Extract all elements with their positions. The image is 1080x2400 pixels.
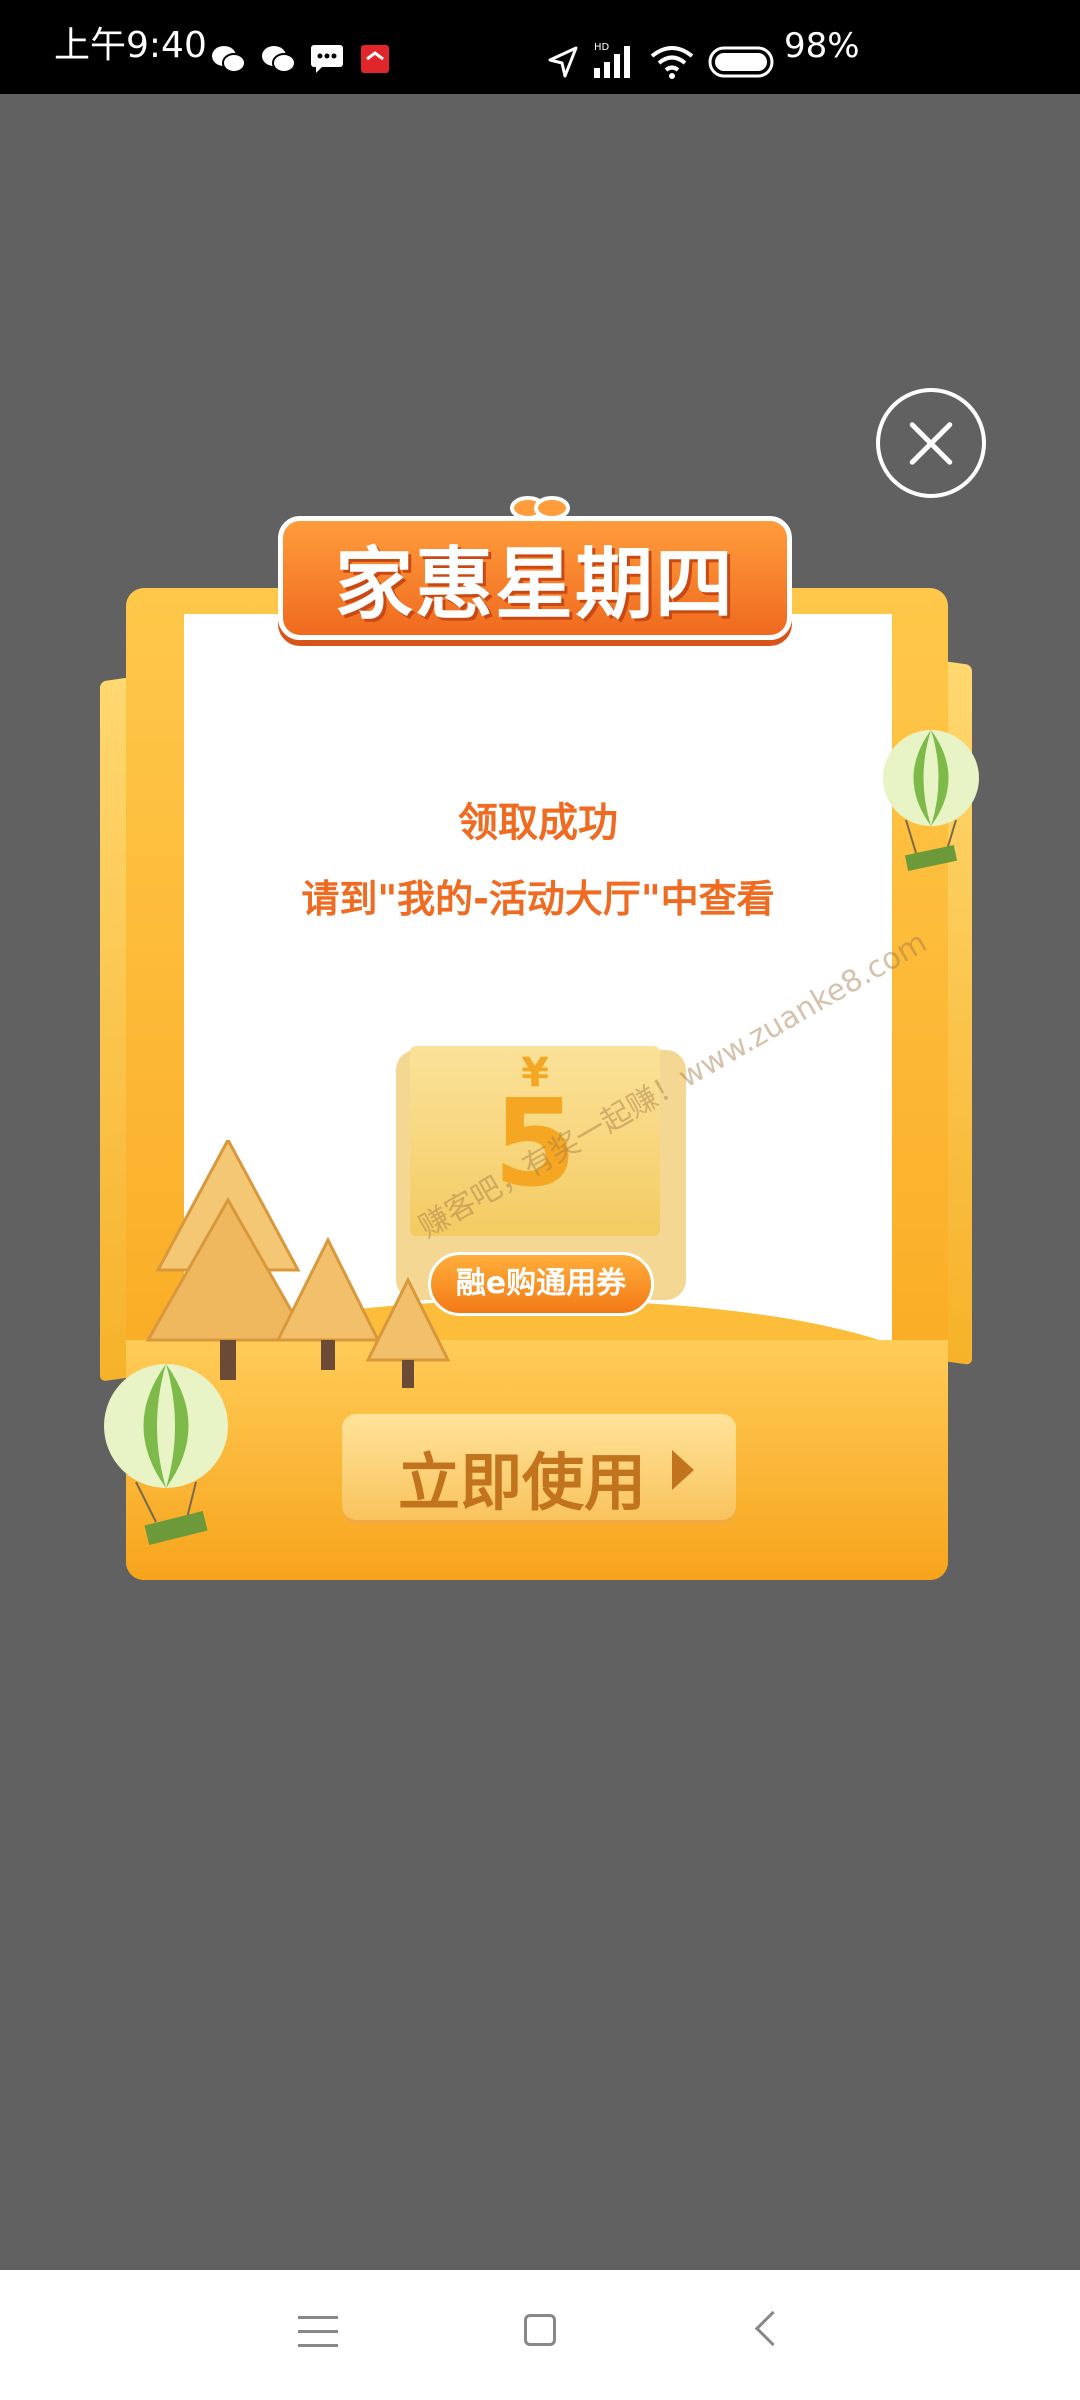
location-icon [548,46,578,78]
event-title: 家惠星期四 [334,540,735,630]
balloon-icon [104,1364,228,1545]
recent-apps-icon[interactable] [298,2316,338,2350]
home-icon[interactable] [524,2314,556,2346]
battery-percent: 98% [784,26,860,66]
back-icon[interactable] [754,2310,791,2347]
use-now-label: 立即使用 [398,1446,647,1519]
coupon-label: 融e购通用券 [428,1252,654,1316]
system-nav-bar [0,2270,1080,2400]
use-now-button[interactable]: 立即使用 [342,1414,736,1524]
message-icon [311,45,343,73]
wechat-icon [212,46,246,73]
close-icon[interactable] [876,388,986,498]
status-bar: 上午9:40 HD 98% [0,0,1080,94]
success-title: 领取成功 [458,800,618,846]
success-message: 请到"我的-活动大厅"中查看 [301,877,775,921]
status-time: 上午9:40 [54,25,207,66]
battery-icon [708,46,774,78]
wechat-icon [262,46,296,73]
app-icon [361,45,389,73]
svg-text:HD: HD [594,42,610,53]
signal-icon: HD [594,42,630,78]
balloon-icon [883,730,979,872]
trees-illustration [145,1140,451,1388]
event-title-banner: 家惠星期四 [278,516,792,640]
wifi-icon [650,46,694,79]
play-arrow-icon [672,1450,694,1490]
